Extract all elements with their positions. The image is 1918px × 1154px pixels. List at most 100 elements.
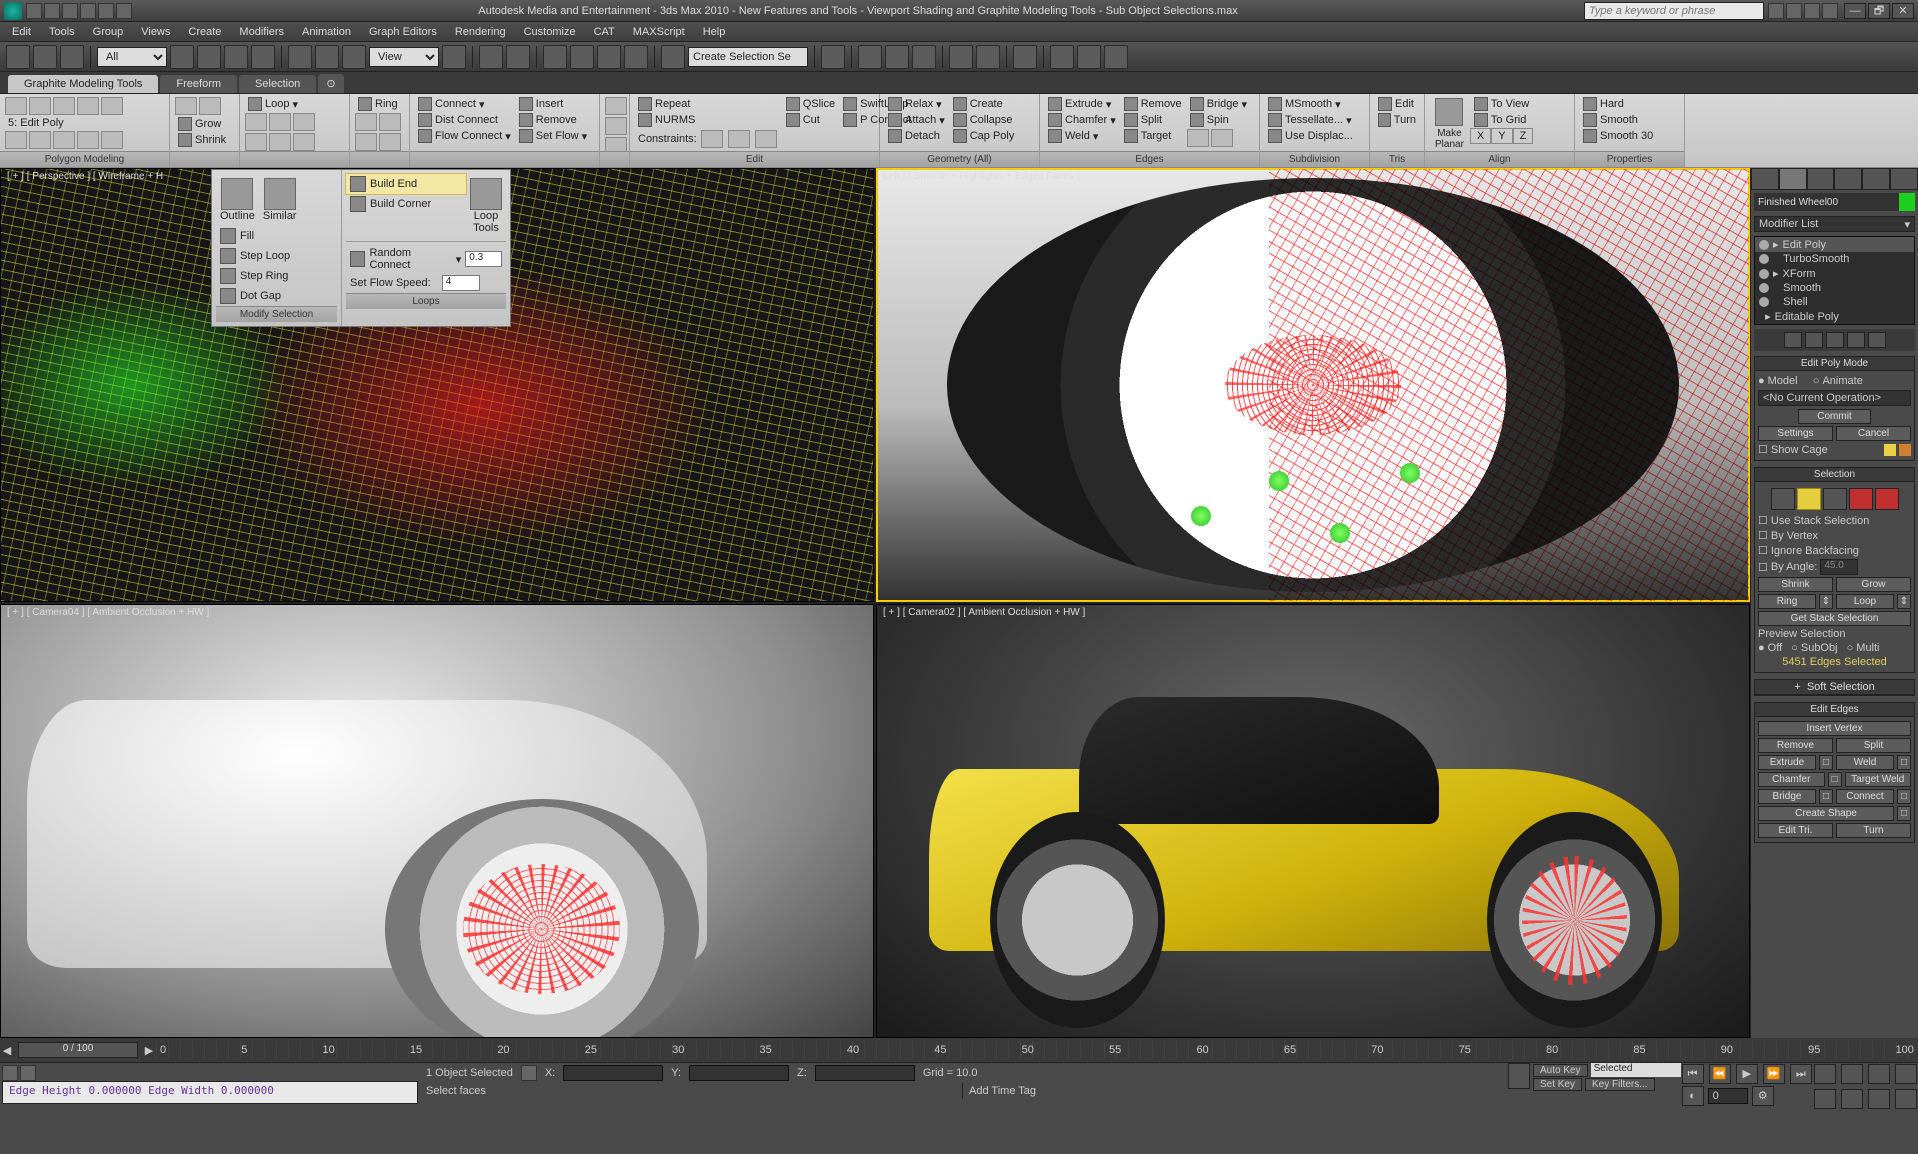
- menu-modifiers[interactable]: Modifiers: [239, 26, 284, 38]
- panel-title-align[interactable]: Align: [1425, 151, 1574, 167]
- use-stack-check[interactable]: [1758, 514, 1768, 527]
- key-mode-icon[interactable]: ◐: [1682, 1086, 1704, 1106]
- infocenter-fav-icon[interactable]: [1804, 3, 1820, 19]
- subobj-vertex-icon[interactable]: [5, 97, 27, 115]
- msmooth-button[interactable]: MSmooth ▾: [1264, 96, 1365, 112]
- to-grid-button[interactable]: To Grid: [1470, 112, 1533, 128]
- panel-title-polygon[interactable]: Polygon Modeling: [0, 151, 169, 167]
- menu-views[interactable]: Views: [141, 26, 170, 38]
- loop-sel-button[interactable]: Loop: [1836, 594, 1894, 609]
- zoom-extents-icon[interactable]: [1868, 1064, 1890, 1084]
- menu-cat[interactable]: CAT: [594, 26, 615, 38]
- subobj-poly-icon[interactable]: [77, 97, 99, 115]
- menu-create[interactable]: Create: [188, 26, 221, 38]
- cancel-button[interactable]: Cancel: [1836, 426, 1911, 441]
- eye-icon[interactable]: [1759, 283, 1769, 293]
- sel-vertex-icon[interactable]: [1771, 488, 1795, 510]
- menu-edit[interactable]: Edit: [12, 26, 31, 38]
- qat-open-icon[interactable]: [44, 3, 60, 19]
- keyfilters-button[interactable]: Key Filters...: [1585, 1078, 1655, 1091]
- poly-tool-5-icon[interactable]: [101, 131, 123, 149]
- by-vertex-check[interactable]: [1758, 529, 1768, 542]
- coord-x-input[interactable]: [563, 1065, 663, 1081]
- ring-opt-4-icon[interactable]: [379, 133, 401, 151]
- insert-button[interactable]: Insert: [515, 96, 591, 112]
- menu-help[interactable]: Help: [703, 26, 726, 38]
- ref-coord-combo[interactable]: View: [369, 47, 439, 67]
- hard-button[interactable]: Hard: [1579, 96, 1680, 112]
- repeat-button[interactable]: Repeat: [634, 96, 782, 112]
- object-name-input[interactable]: [1754, 193, 1899, 211]
- settings-button[interactable]: Settings: [1758, 426, 1833, 441]
- create-shape-button[interactable]: Create Shape: [1758, 806, 1894, 821]
- preview-subobj[interactable]: [1791, 642, 1798, 654]
- sel-edge-icon[interactable]: [1797, 488, 1821, 510]
- script-tool-2-icon[interactable]: [20, 1065, 36, 1081]
- ignore-bf-check[interactable]: [1758, 544, 1768, 557]
- unlink-icon[interactable]: [33, 45, 57, 69]
- flyout-step-ring[interactable]: Step Ring: [216, 266, 337, 286]
- max-toggle-icon[interactable]: [1895, 1089, 1917, 1109]
- target-button[interactable]: Target: [1120, 128, 1186, 144]
- help-search-input[interactable]: [1584, 2, 1764, 20]
- qslice-button[interactable]: QSlice: [782, 96, 839, 112]
- dist-connect-button[interactable]: Dist Connect: [414, 112, 515, 128]
- mirror-icon[interactable]: [821, 45, 845, 69]
- qat-new-icon[interactable]: [26, 3, 42, 19]
- selection-filter-combo[interactable]: All: [97, 47, 167, 67]
- turn-button[interactable]: Turn: [1374, 112, 1420, 128]
- select-object-icon[interactable]: [170, 45, 194, 69]
- menu-graph-editors[interactable]: Graph Editors: [369, 26, 437, 38]
- shrink-button[interactable]: Shrink: [174, 132, 235, 148]
- bridge-edge-button[interactable]: Bridge: [1758, 789, 1816, 804]
- stack-shell[interactable]: Shell: [1755, 295, 1914, 309]
- cp-tab-display-icon[interactable]: [1862, 168, 1890, 190]
- rollout-header-selection[interactable]: Selection: [1755, 468, 1914, 482]
- ring-opt-2-icon[interactable]: [379, 113, 401, 131]
- flyout-step-loop[interactable]: Step Loop: [216, 246, 337, 266]
- smooth-button[interactable]: Smooth: [1579, 112, 1680, 128]
- bridge-button[interactable]: Bridge ▾: [1186, 96, 1251, 112]
- insert-vertex-button[interactable]: Insert Vertex: [1758, 721, 1911, 736]
- named-selection-combo[interactable]: [688, 47, 808, 67]
- orbit-icon[interactable]: [1868, 1089, 1890, 1109]
- create-shape-opts[interactable]: □: [1897, 806, 1911, 821]
- angle-spinner[interactable]: 45.0: [1820, 559, 1858, 575]
- render-frame-icon[interactable]: [1077, 45, 1101, 69]
- viewport-label-left[interactable]: Left ] [ Smooth + Highlights + Edged Fac…: [883, 171, 1079, 182]
- eye-icon[interactable]: [1759, 240, 1769, 250]
- flyout-similar-button[interactable]: Similar: [259, 174, 301, 226]
- constraint-3-icon[interactable]: [755, 130, 777, 148]
- show-end-result-icon[interactable]: [1805, 332, 1823, 348]
- align-y-button[interactable]: Y: [1491, 128, 1512, 144]
- cp-tab-create-icon[interactable]: [1751, 168, 1779, 190]
- show-cage-check[interactable]: [1758, 443, 1768, 456]
- maximize-button[interactable]: 🗗: [1868, 3, 1890, 19]
- named-sel-edit-icon[interactable]: [661, 45, 685, 69]
- render-setup-icon[interactable]: [1050, 45, 1074, 69]
- current-op-combo[interactable]: <No Current Operation>: [1758, 390, 1911, 406]
- app-icon[interactable]: [4, 2, 22, 20]
- edge-opt-2-icon[interactable]: [1211, 129, 1233, 147]
- schematic-icon[interactable]: [976, 45, 1000, 69]
- preview-off[interactable]: [1758, 642, 1765, 654]
- time-config-icon[interactable]: ⚙: [1752, 1086, 1774, 1106]
- viewport-perspective[interactable]: [ + ] [ Perspective ] [ Wireframe + H Ou…: [0, 168, 874, 602]
- percent-snap-icon[interactable]: [597, 45, 621, 69]
- prev-frame-icon[interactable]: ⏪: [1709, 1064, 1731, 1084]
- panel-title-subdivision[interactable]: Subdivision: [1260, 151, 1369, 167]
- turn-edge-button[interactable]: Turn: [1836, 823, 1911, 838]
- connect-opts[interactable]: □: [1897, 789, 1911, 804]
- autokey-button[interactable]: Auto Key: [1533, 1064, 1588, 1077]
- get-stack-button[interactable]: Get Stack Selection: [1758, 611, 1911, 626]
- poly-tool-4-icon[interactable]: [77, 131, 99, 149]
- minimize-button[interactable]: —: [1844, 3, 1866, 19]
- move-icon[interactable]: [288, 45, 312, 69]
- random-connect-spinner[interactable]: 0.3: [465, 251, 502, 267]
- zoom-all-icon[interactable]: [1841, 1064, 1863, 1084]
- ring-sel-button[interactable]: Ring: [1758, 594, 1816, 609]
- viewport-left[interactable]: Left ] [ Smooth + Highlights + Edged Fac…: [876, 168, 1750, 602]
- menu-tools[interactable]: Tools: [49, 26, 75, 38]
- zoom-extents-all-icon[interactable]: [1895, 1064, 1917, 1084]
- viewport-label-perspective[interactable]: [ + ] [ Perspective ] [ Wireframe + H: [7, 171, 163, 182]
